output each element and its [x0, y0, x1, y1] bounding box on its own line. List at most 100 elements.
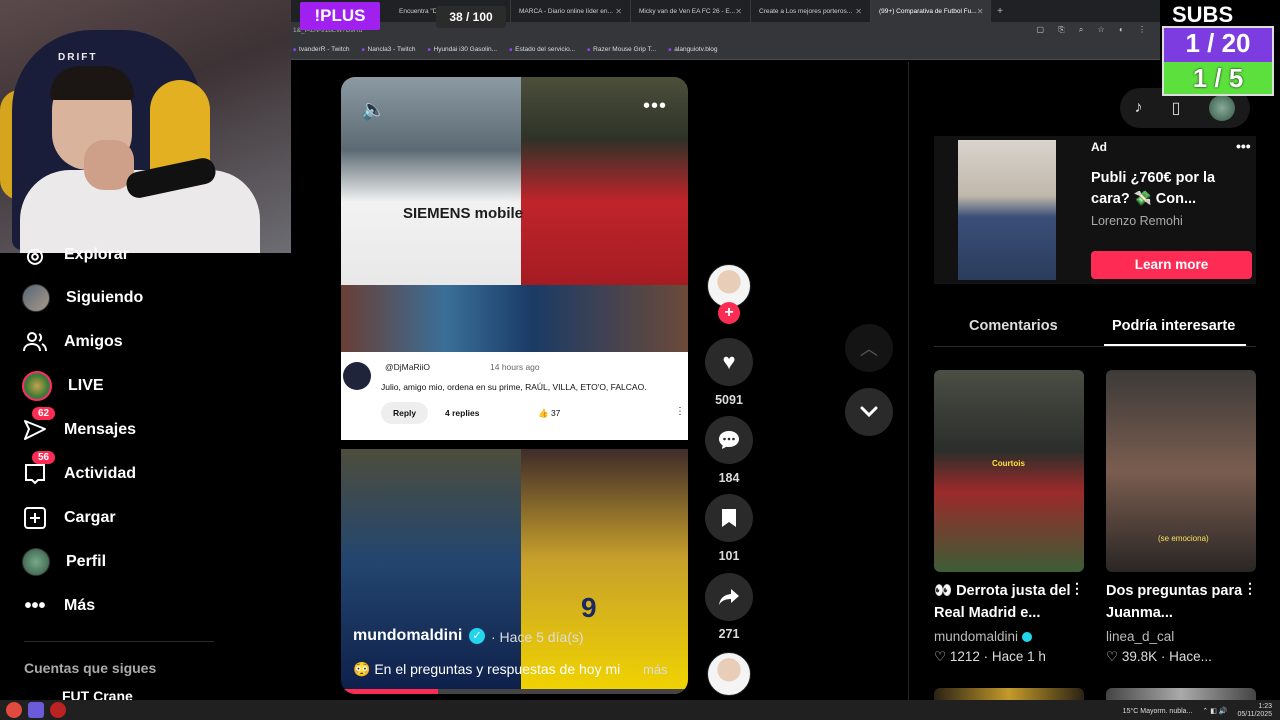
- weather-text[interactable]: 15°C Mayorm. nubla...: [1123, 708, 1193, 715]
- bookmark-item[interactable]: Hyundai i30 Gasolin...: [427, 46, 498, 53]
- bookmark-item[interactable]: alanguiotv.blog: [668, 46, 717, 53]
- comment-avatar: [343, 362, 371, 390]
- chrome-icon[interactable]: [6, 702, 22, 718]
- comment-icon: [719, 431, 739, 449]
- close-icon[interactable]: ✕: [615, 7, 622, 16]
- close-icon[interactable]: ✕: [855, 7, 862, 16]
- address-bar[interactable]: 1&_t=ZN-91bEW7B9Ru ▢ ⎘ ⌕ ☆ ◐ ⋮: [291, 22, 1160, 40]
- jersey-sponsor: SIEMENS mobile: [403, 205, 524, 222]
- previous-video-button[interactable]: ︿: [845, 324, 893, 372]
- panel-divider: [908, 62, 909, 702]
- browser-tab-active[interactable]: (99+) Comparativa de Futbol Fu... ✕: [871, 0, 991, 22]
- browser-toolbar-icons[interactable]: ▢ ⎘ ⌕ ☆ ◐ ⋮: [1036, 25, 1152, 35]
- recommendation-thumbnail[interactable]: (se emociona): [1106, 370, 1256, 572]
- video-player[interactable]: SIEMENS mobile 9 @DjMaRiiO 14 hours ago …: [341, 77, 688, 694]
- like-count: 5091: [715, 393, 743, 407]
- sidebar-item-label: Cargar: [64, 509, 116, 526]
- tab-label: MARCA - Diario online líder en...: [519, 7, 613, 15]
- recommendation-menu-icon[interactable]: ⋮: [1070, 580, 1084, 597]
- obs-icon[interactable]: [50, 702, 66, 718]
- sound-icon[interactable]: 🔈: [361, 97, 386, 122]
- sidebar-item-mas[interactable]: ••• Más: [22, 591, 95, 621]
- comment-menu-icon: ⋮: [675, 406, 685, 417]
- sidebar-item-mensajes[interactable]: 62 Mensajes: [22, 407, 136, 445]
- description-more-link[interactable]: más: [643, 662, 668, 677]
- chevron-up-icon: ︿: [860, 339, 878, 359]
- video-progress-fill: [341, 689, 439, 694]
- video-image-etoo: [341, 449, 521, 694]
- save-button[interactable]: [705, 494, 753, 542]
- sidebar-item-label: LIVE: [68, 377, 104, 394]
- streamer-hair: [50, 66, 134, 100]
- browser-tab[interactable]: Create a Los mejores porteros... ✕: [751, 0, 871, 22]
- tab-might-interest[interactable]: Podría interesarte: [1112, 318, 1235, 334]
- recommendation-author[interactable]: linea_d_cal: [1106, 629, 1174, 644]
- video-description: 😳 En el preguntas y respuestas de hoy mi: [353, 661, 621, 677]
- bookmark-item[interactable]: Estado del servicio...: [509, 46, 575, 53]
- clock-time: 1:23: [1258, 703, 1272, 710]
- sidebar-item-explorar[interactable]: ◎ Explorar: [22, 240, 129, 270]
- youtube-comment-card: @DjMaRiiO 14 hours ago Julio, amigo mio,…: [341, 352, 688, 440]
- replies-count: 4 replies: [445, 408, 480, 418]
- messages-badge: 62: [32, 407, 56, 420]
- chair-logo: DRIFT: [58, 52, 98, 63]
- recommendation-stats: ♡ 1212 · Hace 1 h: [934, 649, 1046, 664]
- user-avatar[interactable]: [1209, 95, 1236, 121]
- tab-comments[interactable]: Comentarios: [969, 318, 1058, 334]
- more-options-icon[interactable]: •••: [643, 95, 667, 118]
- following-avatar: [22, 284, 50, 312]
- recommendation-thumbnail[interactable]: Courtois: [934, 370, 1084, 572]
- save-count: 101: [718, 549, 740, 563]
- share-button[interactable]: [705, 573, 753, 621]
- sound-avatar[interactable]: [707, 652, 751, 696]
- sidebar-item-siguiendo[interactable]: Siguiendo: [22, 283, 143, 313]
- recommendation-time: Hace...: [1169, 649, 1212, 664]
- next-video-button[interactable]: [845, 388, 893, 436]
- learn-more-button[interactable]: Learn more: [1091, 251, 1252, 279]
- bookmark-item[interactable]: Razer Mouse Grip T...: [587, 46, 656, 53]
- like-button[interactable]: ♥: [705, 338, 753, 386]
- new-tab-icon[interactable]: +: [991, 6, 1009, 17]
- ad-thumbnail[interactable]: [958, 140, 1056, 280]
- recommendation-title[interactable]: Dos preguntas para Juanma...: [1106, 580, 1246, 624]
- active-tab-indicator: [1104, 344, 1246, 346]
- sidebar-item-label: Más: [64, 597, 96, 614]
- sidebar-item-cargar[interactable]: Cargar: [22, 503, 116, 533]
- video-progress-bar[interactable]: [341, 689, 688, 694]
- thumbnail-caption: (se emociona): [1158, 534, 1209, 543]
- clock[interactable]: 1:23 05/11/2025: [1237, 703, 1272, 719]
- comment-likes-value: 37: [550, 408, 561, 418]
- thumbnail-caption: Courtois: [992, 459, 1025, 468]
- verified-icon: [1022, 632, 1033, 643]
- sidebar-item-amigos[interactable]: Amigos: [22, 327, 123, 357]
- browser-tab-bar: Encuentra "DI MARIA O PEPEI..."✕ MARCA -…: [291, 0, 1160, 22]
- recommendation-menu-icon[interactable]: ⋮: [1243, 580, 1257, 597]
- app-icon[interactable]: [28, 702, 44, 718]
- sidebar-item-label: Explorar: [64, 246, 129, 263]
- chevron-down-icon: [860, 406, 878, 418]
- sidebar-divider: [24, 641, 214, 642]
- comment-button[interactable]: [705, 416, 753, 464]
- following-accounts-title: Cuentas que sigues: [24, 660, 157, 676]
- recommendation-author[interactable]: mundomaldini: [934, 629, 1033, 644]
- close-icon[interactable]: ✕: [977, 7, 984, 16]
- phone-icon[interactable]: ▯: [1172, 98, 1181, 118]
- browser-tab[interactable]: MARCA - Diario online líder en... ✕: [511, 0, 631, 22]
- tray-icons[interactable]: ⌃ ◧ 🔊: [1202, 707, 1227, 715]
- ad-menu-icon[interactable]: •••: [1236, 138, 1251, 154]
- sidebar-item-live[interactable]: LIVE: [22, 371, 104, 401]
- sidebar-item-perfil[interactable]: Perfil: [22, 547, 106, 577]
- follow-plus-icon[interactable]: +: [718, 302, 740, 324]
- bookmark-item[interactable]: Nancla3 - Twitch: [362, 46, 416, 53]
- compass-icon: ◎: [26, 244, 44, 267]
- plus-badge: !PLUS: [300, 2, 380, 30]
- video-author[interactable]: mundomaldini: [353, 627, 462, 645]
- reply-button: Reply: [381, 402, 429, 424]
- tiktok-app-icon[interactable]: ♪: [1135, 99, 1143, 117]
- close-icon[interactable]: ✕: [735, 7, 742, 16]
- sidebar-item-actividad[interactable]: 56 Actividad: [22, 451, 136, 489]
- browser-tab[interactable]: Micky van de Ven EA FC 26 - E... ✕: [631, 0, 751, 22]
- recommendation-title[interactable]: 👀 Derrota justa del Real Madrid e...: [934, 580, 1074, 624]
- video-posted-time: · Hace 5 día(s): [491, 629, 584, 645]
- bookmark-item[interactable]: tvanderR - Twitch: [293, 46, 349, 53]
